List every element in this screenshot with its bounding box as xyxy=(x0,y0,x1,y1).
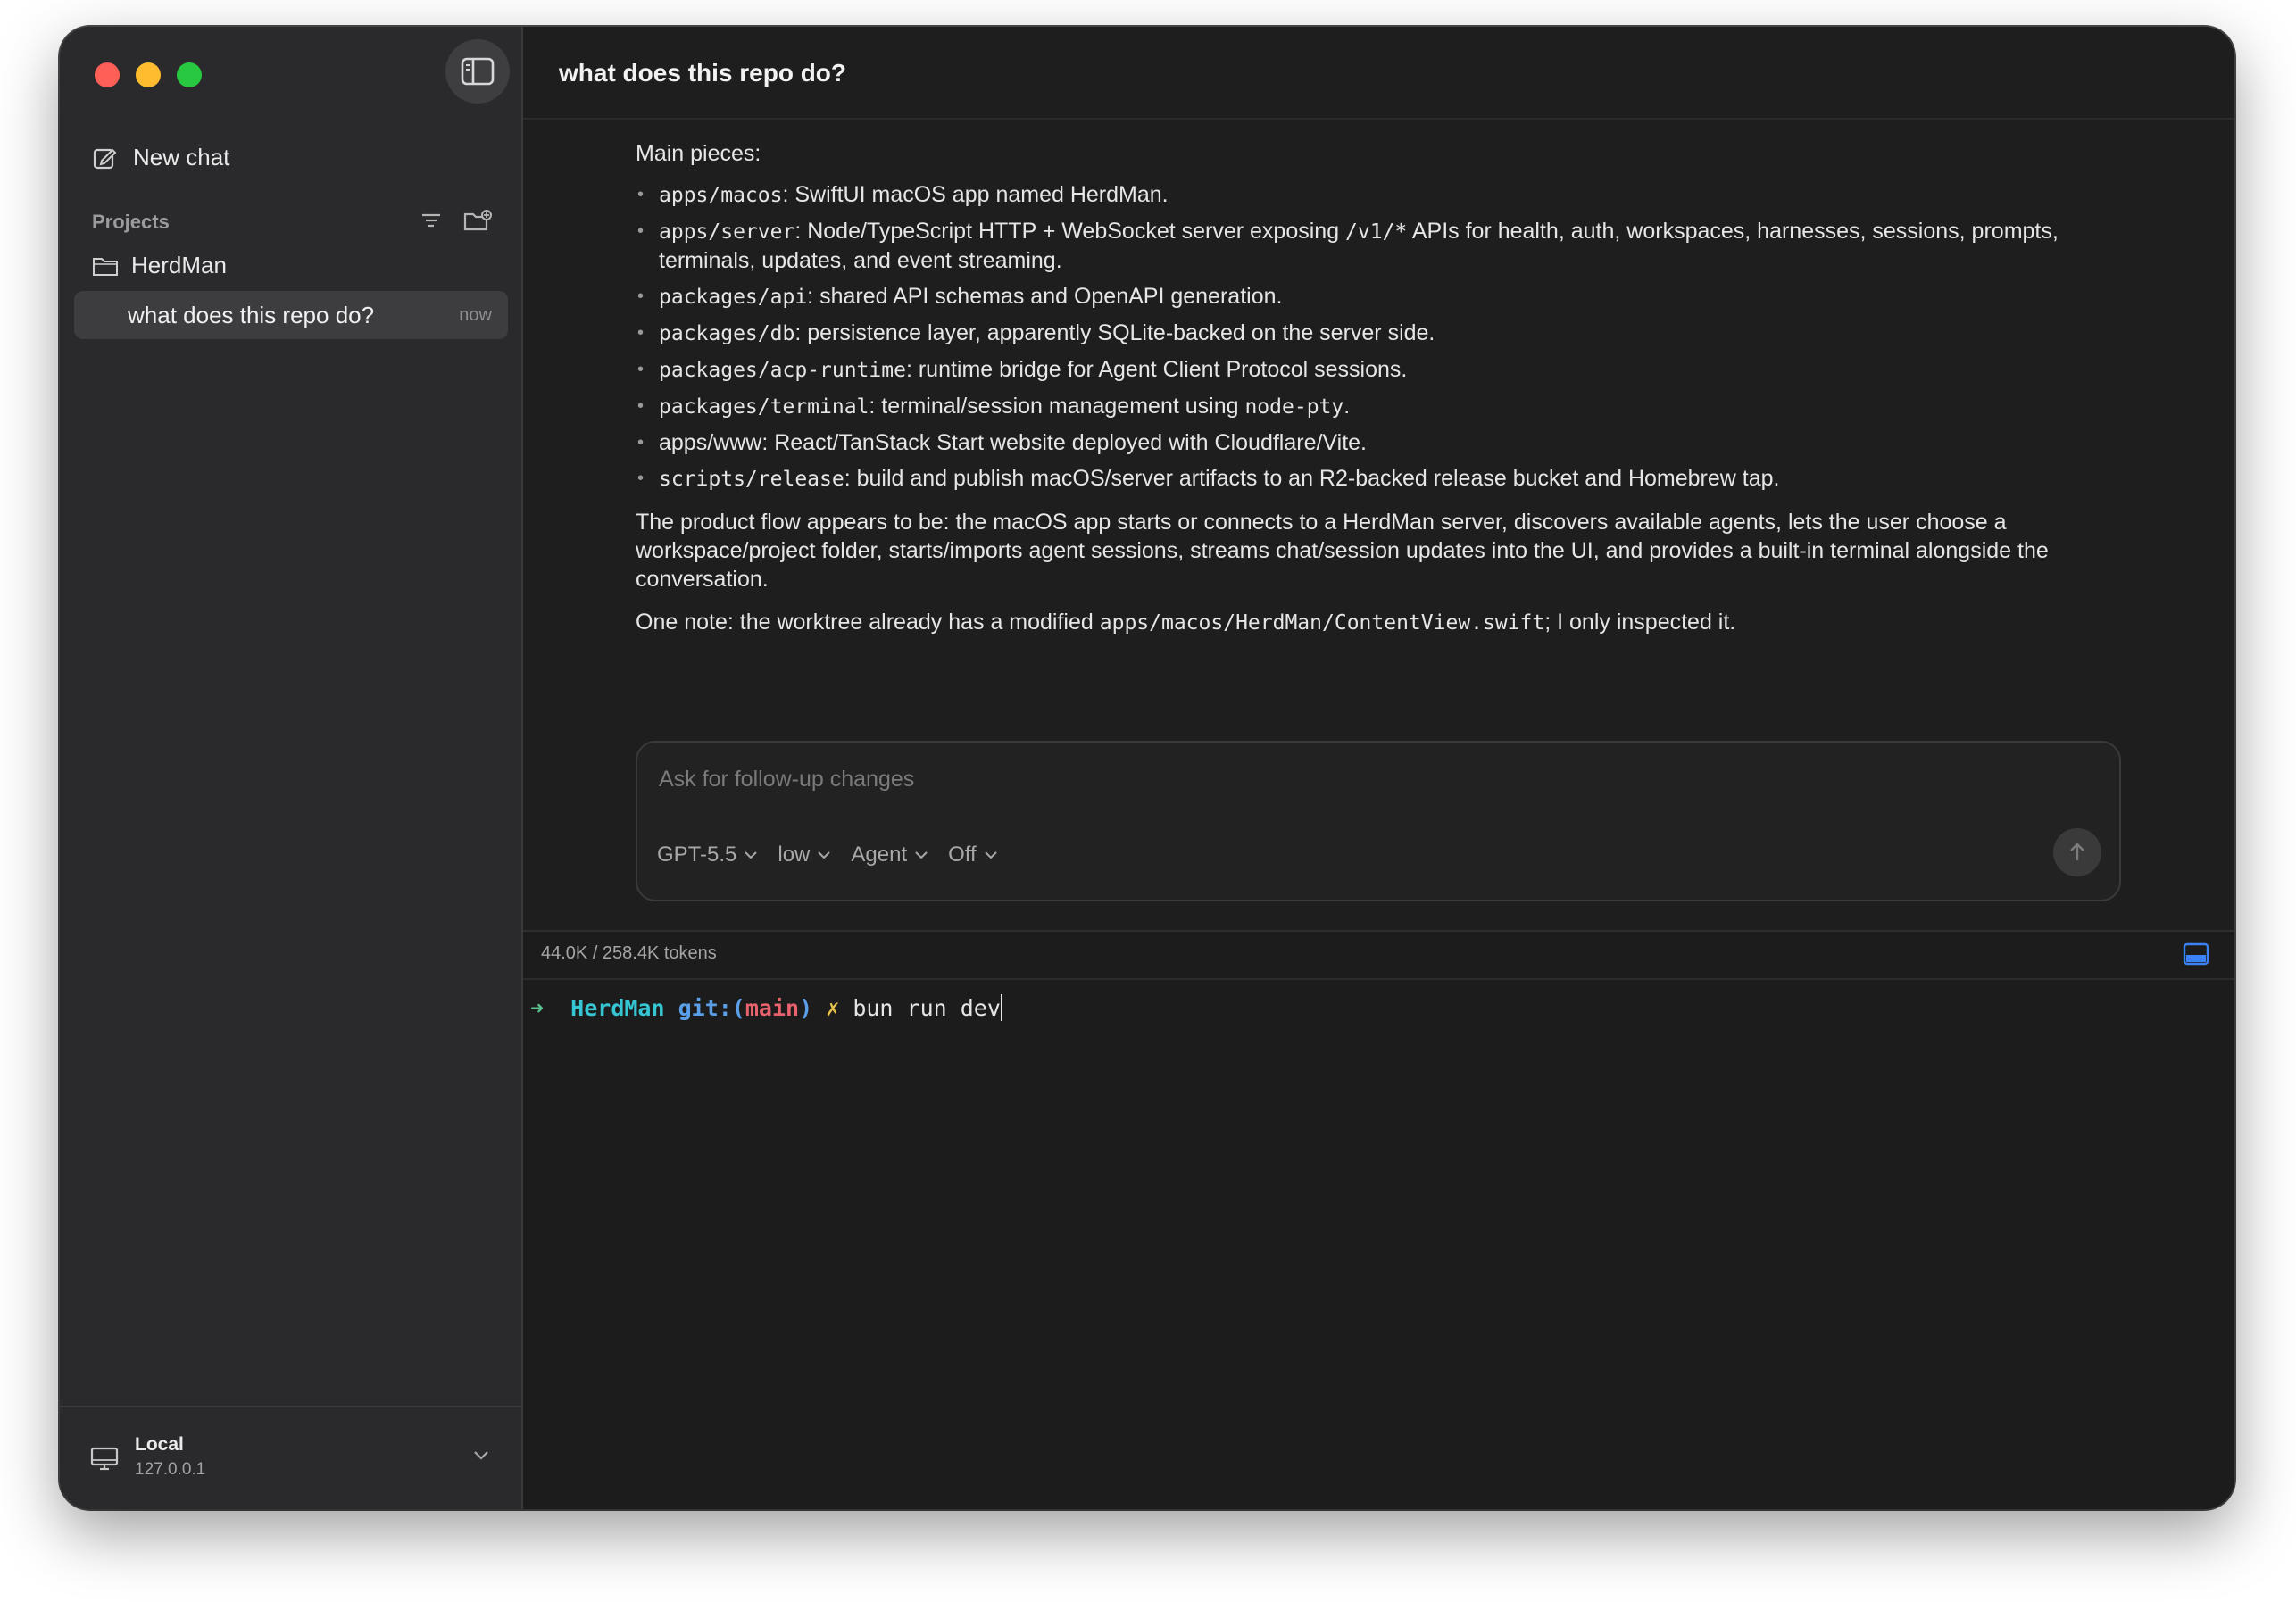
list-item-text: : runtime bridge for Agent Client Protoc… xyxy=(905,357,1408,382)
pieces-list: apps/macos: SwiftUI macOS app named Herd… xyxy=(636,180,2126,494)
list-item-text: : build and publish macOS/server artifac… xyxy=(844,466,1780,491)
terminal-prompt[interactable]: ➜ HerdMan git:(main) ✗ bun run dev xyxy=(530,994,1002,1021)
flow-paragraph: The product flow appears to be: the macO… xyxy=(636,510,2049,592)
terminal-panel-icon[interactable] xyxy=(2183,942,2209,966)
list-item: packages/terminal: terminal/session mana… xyxy=(636,392,2126,421)
list-item: packages/acp-runtime: runtime bridge for… xyxy=(636,355,2126,385)
prompt-git-label: git:( xyxy=(678,995,745,1021)
list-item-text: . xyxy=(1343,394,1351,419)
terminal-panel: 44.0K / 258.4K tokens ➜ HerdMan git:(mai… xyxy=(523,930,2234,1509)
main-panel: what does this repo do? Main pieces: app… xyxy=(523,27,2234,1509)
inline-code: packages/terminal xyxy=(659,395,869,419)
chat-item-time: now xyxy=(459,304,492,325)
inline-code: apps/macos/HerdMan/ContentView.swift xyxy=(1099,611,1545,635)
chevron-down-icon xyxy=(984,851,997,859)
zoom-window-button[interactable] xyxy=(177,62,202,87)
prompt-arrow: ➜ xyxy=(530,995,545,1021)
chat-header: what does this repo do? xyxy=(523,27,2234,120)
note-paragraph: One note: the worktree already has a mod… xyxy=(636,608,2126,637)
note-suffix: ; I only inspected it. xyxy=(1544,610,1736,635)
sidebar-toggle-button[interactable] xyxy=(445,39,510,104)
monitor-icon xyxy=(90,1447,119,1471)
chat-list-item[interactable]: what does this repo do? now xyxy=(74,291,508,339)
inline-code: apps/macos xyxy=(659,184,783,207)
projects-actions xyxy=(420,209,492,232)
terminal-status-bar: 44.0K / 258.4K tokens xyxy=(523,932,2234,980)
list-item: apps/server: Node/TypeScript HTTP + WebS… xyxy=(636,217,2126,275)
inline-code: packages/acp-runtime xyxy=(659,359,906,382)
chat-item-title: what does this repo do? xyxy=(128,301,375,328)
list-item: apps/macos: SwiftUI macOS app named Herd… xyxy=(636,180,2126,210)
list-item: packages/api: shared API schemas and Ope… xyxy=(636,282,2126,311)
list-item-text: : SwiftUI macOS app named HerdMan. xyxy=(782,182,1169,207)
list-item: scripts/release: build and publish macOS… xyxy=(636,464,2126,494)
prompt-dirty-mark: ✗ xyxy=(826,995,840,1021)
terminal-cursor xyxy=(1000,994,1002,1021)
follow-up-input[interactable] xyxy=(657,766,2000,793)
server-selector[interactable]: Local 127.0.0.1 xyxy=(60,1406,521,1509)
prompt-git-close: ) xyxy=(799,995,813,1021)
sidebar-toggle-icon xyxy=(461,57,495,86)
mode-label: Agent xyxy=(851,843,908,867)
server-name: Local xyxy=(135,1434,184,1455)
composer-options: GPT-5.5 low Agent Off xyxy=(657,843,998,867)
close-window-button[interactable] xyxy=(95,62,120,87)
server-address: 127.0.0.1 xyxy=(135,1460,206,1479)
assistant-message: Main pieces: apps/macos: SwiftUI macOS a… xyxy=(636,139,2126,637)
toggle-label: Off xyxy=(948,843,977,867)
project-herdman[interactable]: HerdMan xyxy=(92,252,227,279)
inline-code: node-pty xyxy=(1244,395,1344,419)
message-heading: Main pieces: xyxy=(636,141,761,166)
effort-dropdown[interactable]: low xyxy=(778,843,831,867)
list-item-text: : persistence layer, apparently SQLite-b… xyxy=(794,320,1435,345)
inline-code: scripts/release xyxy=(659,468,844,491)
chevron-down-icon xyxy=(745,851,758,859)
projects-heading: Projects xyxy=(92,211,170,233)
arrow-up-icon xyxy=(2070,843,2084,860)
inline-code: packages/db xyxy=(659,322,795,345)
list-item: packages/db: persistence layer, apparent… xyxy=(636,319,2126,348)
list-item-text: : Node/TypeScript HTTP + WebSocket serve… xyxy=(794,219,1346,244)
mode-dropdown[interactable]: Agent xyxy=(851,843,928,867)
terminal-command: bun run dev xyxy=(853,995,1001,1021)
effort-label: low xyxy=(778,843,811,867)
compose-icon xyxy=(93,148,117,169)
app-window: New chat Projects HerdMan what does this… xyxy=(60,27,2234,1509)
project-name: HerdMan xyxy=(131,252,227,278)
prompt-directory: HerdMan xyxy=(570,995,665,1021)
list-item-text: : terminal/session management using xyxy=(869,394,1245,419)
new-folder-icon[interactable] xyxy=(463,209,492,232)
minimize-window-button[interactable] xyxy=(136,62,161,87)
chat-title: what does this repo do? xyxy=(559,59,847,87)
traffic-lights xyxy=(95,62,202,87)
inline-code: packages/api xyxy=(659,286,808,309)
list-item: apps/www: React/TanStack Start website d… xyxy=(636,428,2126,457)
send-button[interactable] xyxy=(2053,828,2101,876)
new-chat-label: New chat xyxy=(133,144,230,170)
sidebar: New chat Projects HerdMan what does this… xyxy=(60,27,523,1509)
prompt-branch: main xyxy=(745,995,800,1021)
filter-icon[interactable] xyxy=(420,212,442,229)
list-item-text: : shared API schemas and OpenAPI generat… xyxy=(807,284,1283,309)
model-label: GPT-5.5 xyxy=(657,843,737,867)
composer: GPT-5.5 low Agent Off xyxy=(636,741,2121,901)
chevron-down-icon xyxy=(915,851,928,859)
chevron-down-icon xyxy=(818,851,831,859)
inline-code: /v1/* xyxy=(1345,220,1408,244)
list-item-text: apps/www: React/TanStack Start website d… xyxy=(659,430,1367,455)
inline-code: apps/server xyxy=(659,220,795,244)
folder-icon xyxy=(93,257,118,276)
token-usage: 44.0K / 258.4K tokens xyxy=(541,943,717,963)
toggle-dropdown[interactable]: Off xyxy=(948,843,998,867)
note-prefix: One note: the worktree already has a mod… xyxy=(636,610,1100,635)
chevron-down-icon xyxy=(474,1451,488,1460)
new-chat-button[interactable]: New chat xyxy=(92,144,229,171)
model-dropdown[interactable]: GPT-5.5 xyxy=(657,843,758,867)
